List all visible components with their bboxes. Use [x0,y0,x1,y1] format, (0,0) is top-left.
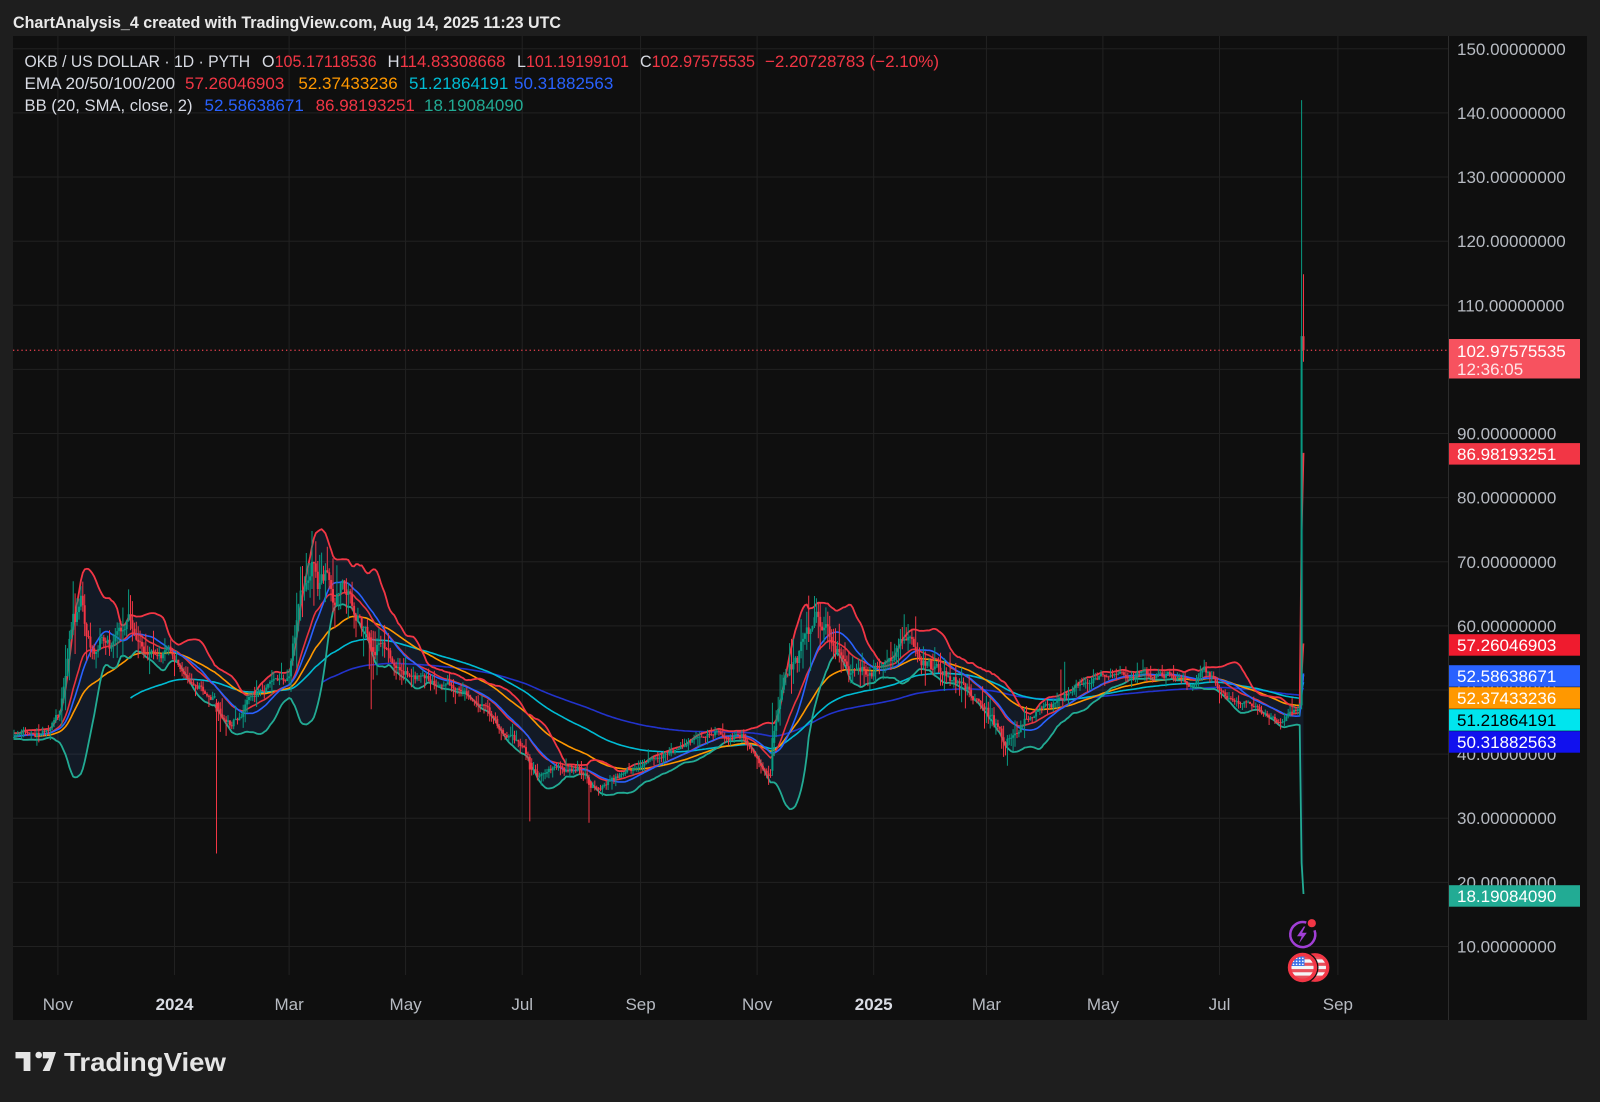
svg-text:140.00000000: 140.00000000 [1457,104,1566,123]
svg-text:130.00000000: 130.00000000 [1457,168,1566,187]
svg-text:80.00000000: 80.00000000 [1457,489,1556,508]
svg-text:Mar: Mar [972,995,1002,1014]
svg-text:May: May [390,995,423,1014]
svg-text:120.00000000: 120.00000000 [1457,232,1566,251]
svg-text:Sep: Sep [1323,995,1353,1014]
svg-text:Nov: Nov [43,995,74,1014]
svg-text:Sep: Sep [625,995,655,1014]
svg-text:86.98193251: 86.98193251 [1457,445,1556,464]
svg-text:2024: 2024 [156,995,194,1014]
svg-text:51.21864191: 51.21864191 [409,74,508,93]
svg-text:52.58638671: 52.58638671 [1457,667,1556,686]
svg-text:L101.19199101: L101.19199101 [517,52,629,71]
svg-text:O105.17118536: O105.17118536 [262,52,377,71]
svg-text:H114.83308668: H114.83308668 [388,52,506,71]
svg-text:102.97575535: 102.97575535 [1457,342,1566,361]
svg-text:BB (20, SMA, close, 2): BB (20, SMA, close, 2) [25,96,193,115]
svg-text:60.00000000: 60.00000000 [1457,617,1556,636]
svg-text:57.26046903: 57.26046903 [185,74,284,93]
svg-text:50.31882563: 50.31882563 [514,74,613,93]
svg-text:150.00000000: 150.00000000 [1457,40,1566,59]
svg-text:−2.20728783 (−2.10%): −2.20728783 (−2.10%) [765,52,939,71]
svg-text:110.00000000: 110.00000000 [1457,296,1564,315]
svg-text:57.26046903: 57.26046903 [1457,636,1556,655]
svg-text:Nov: Nov [742,995,773,1014]
svg-text:10.00000000: 10.00000000 [1457,938,1556,957]
svg-text:2025: 2025 [855,995,893,1014]
svg-text:52.58638671: 52.58638671 [205,96,304,115]
svg-text:C102.97575535: C102.97575535 [640,52,755,71]
svg-text:18.19084090: 18.19084090 [424,96,523,115]
svg-text:18.19084090: 18.19084090 [1457,887,1556,906]
svg-text:52.37433236: 52.37433236 [1457,689,1556,708]
svg-text:Jul: Jul [1209,995,1231,1014]
svg-text:86.98193251: 86.98193251 [316,96,415,115]
svg-text:EMA 20/50/100/200: EMA 20/50/100/200 [25,74,176,93]
svg-text:ChartAnalysis_4 created with T: ChartAnalysis_4 created with TradingView… [13,13,561,32]
svg-text:12:36:05: 12:36:05 [1457,360,1523,379]
svg-text:OKB / US DOLLAR · 1D · PYTH: OKB / US DOLLAR · 1D · PYTH [25,52,251,71]
svg-text:50.31882563: 50.31882563 [1457,733,1556,752]
svg-text:52.37433236: 52.37433236 [298,74,397,93]
svg-text:TradingView: TradingView [64,1047,227,1077]
svg-text:90.00000000: 90.00000000 [1457,425,1556,444]
svg-text:Jul: Jul [511,995,533,1014]
svg-text:May: May [1087,995,1120,1014]
svg-text:Mar: Mar [274,995,304,1014]
svg-text:30.00000000: 30.00000000 [1457,809,1556,828]
svg-text:51.21864191: 51.21864191 [1457,711,1556,730]
svg-text:70.00000000: 70.00000000 [1457,553,1556,572]
